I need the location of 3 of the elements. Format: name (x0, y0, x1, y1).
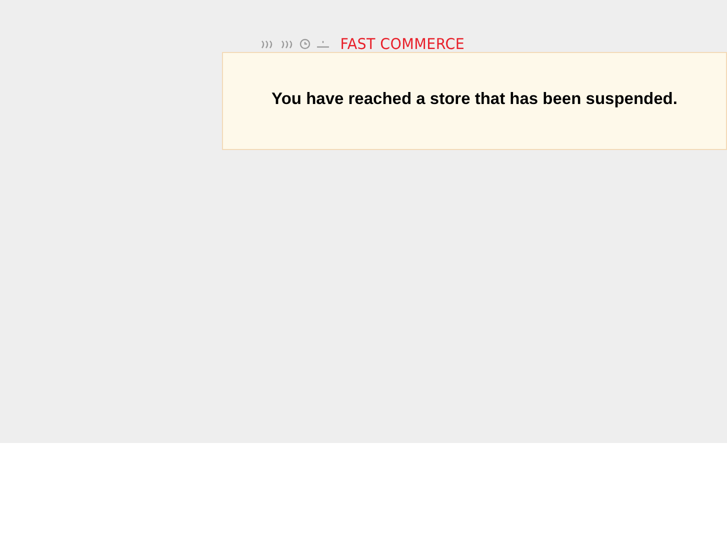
brand-logo: FAST COMMERCE (340, 36, 465, 52)
notice-message: You have reached a store that has been suspended. (272, 90, 678, 110)
logo-mark-icon (261, 38, 331, 50)
